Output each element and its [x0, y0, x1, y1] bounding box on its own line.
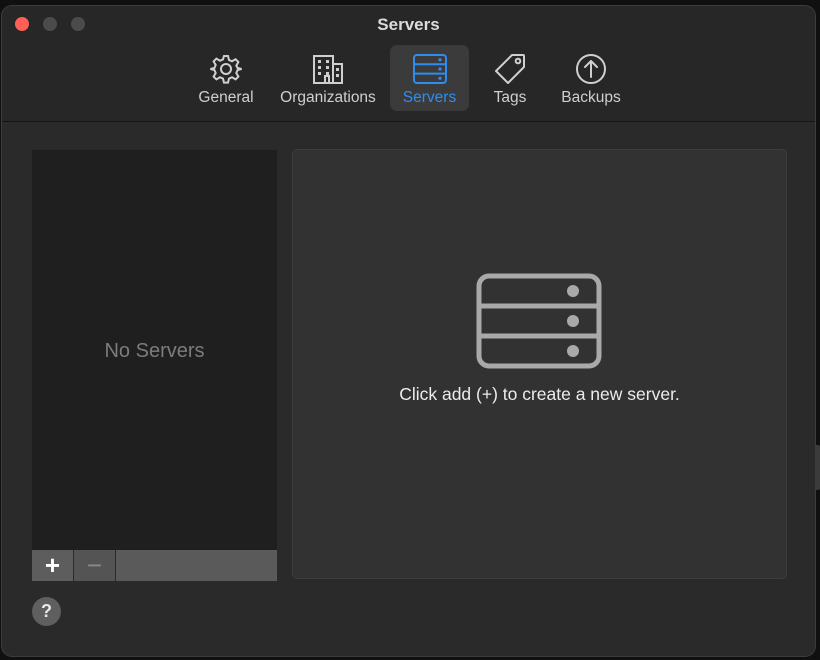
- tab-backups[interactable]: Backups: [554, 45, 628, 111]
- tab-general[interactable]: General: [192, 45, 260, 111]
- list-button-bar: + −: [32, 550, 277, 581]
- server-list[interactable]: No Servers: [32, 150, 277, 550]
- help-button[interactable]: ?: [32, 597, 61, 626]
- add-server-button[interactable]: +: [32, 550, 74, 581]
- upload-circle-icon: [574, 51, 608, 87]
- empty-list-label: No Servers: [104, 340, 205, 362]
- button-bar-spacer: [116, 550, 277, 581]
- building-icon: [311, 51, 345, 87]
- gear-icon: [209, 51, 243, 87]
- title-bar: Servers General Organizations Servers Ta…: [2, 6, 815, 122]
- window-title: Servers: [377, 15, 440, 34]
- tab-organizations-label: Organizations: [280, 89, 376, 106]
- tab-backups-label: Backups: [561, 89, 621, 106]
- tag-icon: [493, 51, 527, 87]
- tab-servers[interactable]: Servers: [390, 45, 469, 111]
- tab-servers-label: Servers: [402, 89, 457, 106]
- remove-server-button[interactable]: −: [74, 550, 116, 581]
- empty-detail-message: Click add (+) to create a new server.: [399, 384, 680, 404]
- tab-organizations[interactable]: Organizations: [272, 45, 384, 111]
- preferences-window: Servers General Organizations Servers Ta…: [2, 6, 815, 656]
- server-icon: [412, 51, 447, 87]
- tab-general-label: General: [198, 89, 254, 106]
- window-edge-handle: [815, 445, 820, 490]
- tab-tags-label: Tags: [493, 89, 527, 106]
- server-icon: [476, 273, 602, 374]
- server-detail-panel: Click add (+) to create a new server.: [292, 149, 787, 579]
- tab-tags[interactable]: Tags: [484, 45, 536, 111]
